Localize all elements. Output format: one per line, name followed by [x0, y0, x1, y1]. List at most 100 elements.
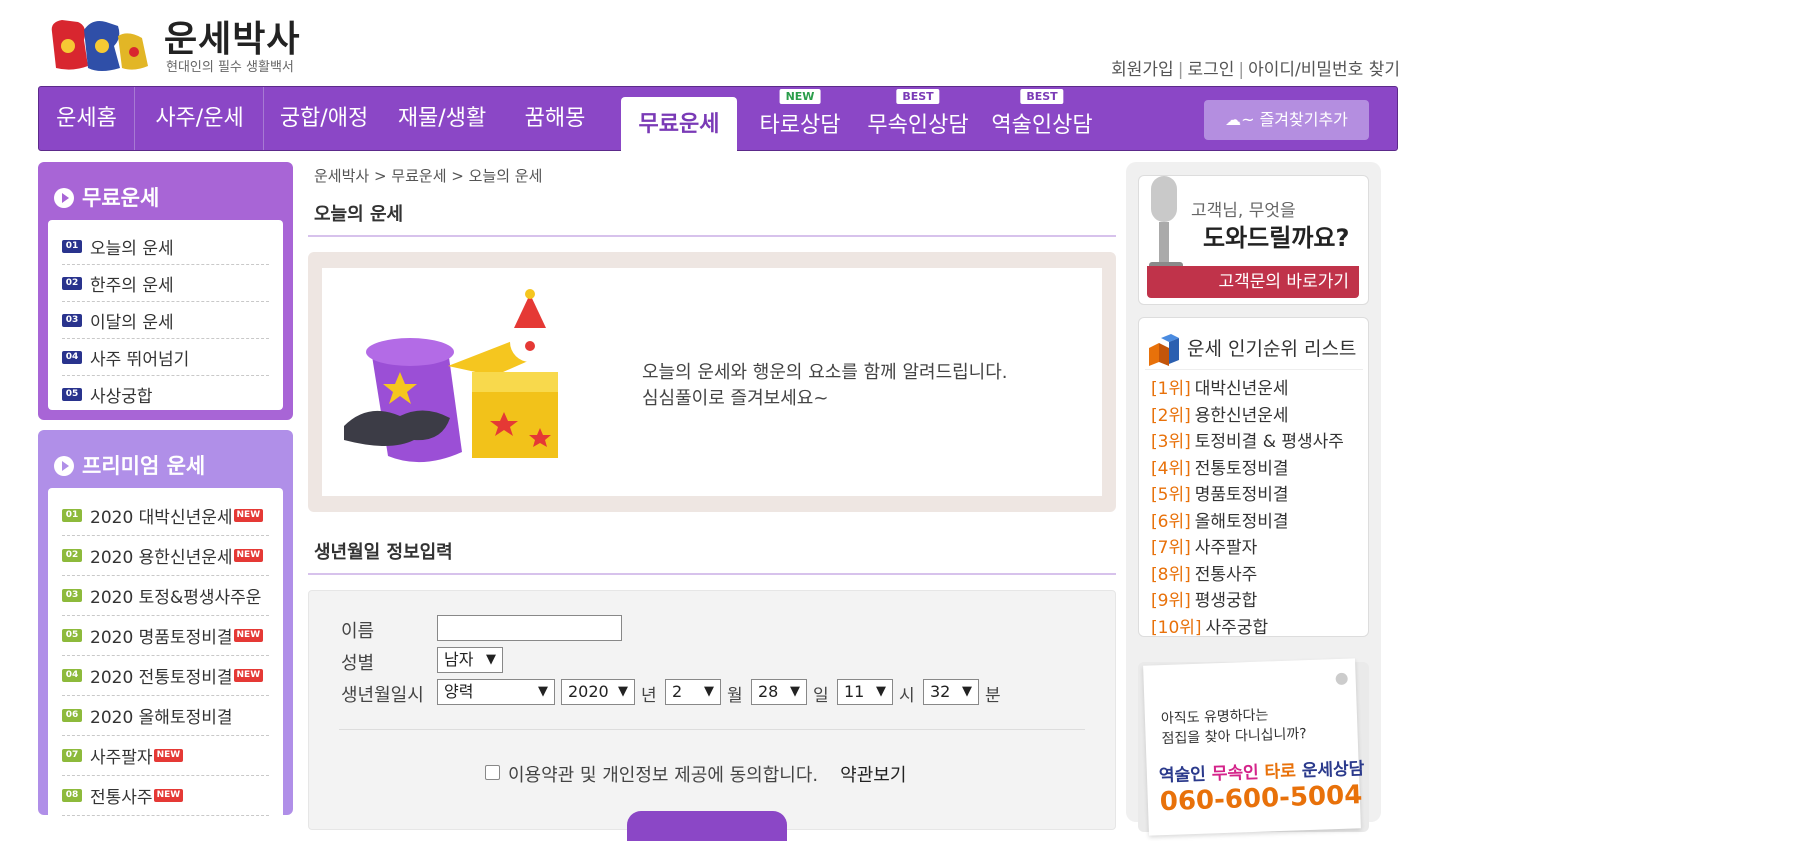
- sidebar-item-premium[interactable]: 08 전통사주 NEW: [62, 776, 269, 816]
- sidebar-item-premium[interactable]: 03 2020 토정&평생사주운: [62, 576, 269, 616]
- section-divider: [308, 573, 1116, 575]
- ranking-item[interactable]: [2위] 용한신년운세: [1151, 403, 1344, 430]
- ad-card: 아직도 유명하다는 점집을 찾아 다니십니까? 역술인 무속인 타로 운세상담 …: [1143, 658, 1365, 836]
- signup-link[interactable]: 회원가입: [1111, 60, 1174, 80]
- nav-item-shaman[interactable]: BEST 무속인상담: [856, 87, 980, 150]
- add-favorite-label: 즐겨찾기추가: [1259, 110, 1348, 129]
- new-badge: NEW: [779, 89, 821, 104]
- site-subtitle: 현대인의 필수 생활백서: [166, 60, 294, 75]
- rank-label: 평생궁합: [1194, 591, 1258, 611]
- sidebar-item-today[interactable]: 01 오늘의 운세: [62, 228, 269, 265]
- name-label: 이름: [341, 621, 375, 642]
- sidebar-item-sasang[interactable]: 05 사상궁합: [62, 376, 269, 410]
- calendar-type-select[interactable]: 양력 ▼: [437, 679, 555, 705]
- pin-icon: [1335, 672, 1348, 686]
- gender-select[interactable]: 남자 ▼: [437, 647, 503, 673]
- ranking-item[interactable]: [8위] 전통사주: [1151, 562, 1344, 589]
- ad-word: 역술인: [1158, 764, 1207, 787]
- dropdown-arrow-icon: ▼: [618, 684, 628, 699]
- minute-select[interactable]: 32 ▼: [923, 679, 979, 705]
- ranking-item[interactable]: [7위] 사주팔자: [1151, 535, 1344, 562]
- ad-text: 아직도 유명하다는 점집을 찾아 다니십니까?: [1161, 704, 1307, 749]
- gender-value: 남자: [444, 650, 474, 669]
- rank-number: [6위]: [1151, 511, 1191, 532]
- rank-number: [2위]: [1151, 405, 1191, 426]
- ad-word: 무속인: [1211, 762, 1260, 785]
- breadcrumb: 운세박사 > 무료운세 > 오늘의 운세: [314, 167, 543, 185]
- number-badge: 02: [62, 549, 82, 562]
- number-badge: 07: [62, 749, 82, 762]
- intro-text: 오늘의 운세와 행운의 요소를 함께 알려드립니다. 심심풀이로 즐겨보세요~: [642, 360, 1008, 412]
- nav-item-saju[interactable]: 사주/운세: [136, 87, 264, 150]
- sidebar-item-label: 2020 전통토정비결: [90, 668, 233, 688]
- submit-button[interactable]: [627, 811, 787, 841]
- birth-info-form: 이름 성별 남자 ▼ 생년월일시 양력 ▼ 2020 ▼ 년 2 ▼ 월 28 ▼ 일 1…: [308, 590, 1116, 841]
- free-fortune-list: 01 오늘의 운세 02 한주의 운세 03 이달의 운세 04 사주 뛰어넘기 05 사…: [48, 220, 283, 410]
- sidebar-item-label: 전통사주: [90, 788, 153, 808]
- top-links: 회원가입 | 로그인 | 아이디/비밀번호 찾기: [1040, 55, 1400, 80]
- consult-ad-banner[interactable]: 아직도 유명하다는 점집을 찾아 다니십니까? 역술인 무속인 타로 운세상담 …: [1138, 658, 1369, 836]
- add-favorite-button[interactable]: ☁~ 즐겨찾기추가: [1204, 100, 1369, 140]
- sidebar-item-premium[interactable]: 02 2020 용한신년운세 NEW: [62, 536, 269, 576]
- agree-text: 이용약관 및 개인정보 제공에 동의합니다.: [508, 765, 819, 786]
- hour-select[interactable]: 11 ▼: [837, 679, 893, 705]
- customer-help-box[interactable]: 고객님, 무엇을 도와드릴까요? 고객문의 바로가기: [1138, 175, 1369, 305]
- premium-fortune-list: 01 2020 대박신년운세 NEW 02 2020 용한신년운세 NEW 03 2020…: [48, 488, 283, 825]
- sidebar-item-premium[interactable]: 05 2020 명품토정비결 NEW: [62, 616, 269, 656]
- nav-item-tarot[interactable]: NEW 타로상담: [744, 87, 856, 150]
- sidebar-item-label: 오늘의 운세: [90, 238, 174, 259]
- ranking-item[interactable]: [1위] 대박신년운세: [1151, 376, 1344, 403]
- fortune-bag-logo-icon: [51, 20, 148, 71]
- year-select[interactable]: 2020 ▼: [561, 679, 635, 705]
- month-value: 2: [672, 682, 683, 701]
- free-fortune-menu: 무료운세 01 오늘의 운세 02 한주의 운세 03 이달의 운세 04 사주 뛰어넘…: [38, 162, 293, 420]
- ranking-item[interactable]: [4위] 전통토정비결: [1151, 456, 1344, 483]
- terms-link[interactable]: 약관보기: [840, 765, 906, 786]
- nav-item-label: 무속인상담: [867, 113, 969, 138]
- sidebar-item-premium[interactable]: 01 2020 대박신년운세 NEW: [62, 496, 269, 536]
- new-badge: NEW: [233, 509, 264, 522]
- month-select[interactable]: 2 ▼: [665, 679, 721, 705]
- rank-number: [1위]: [1151, 379, 1191, 399]
- ranking-item[interactable]: [10위] 사주궁합: [1151, 615, 1344, 642]
- rank-number: [3위]: [1151, 432, 1191, 452]
- ranking-item[interactable]: [5위] 명품토정비결: [1151, 482, 1344, 509]
- agree-checkbox[interactable]: [485, 765, 500, 780]
- sidebar-item-month[interactable]: 03 이달의 운세: [62, 302, 269, 339]
- premium-fortune-menu: 프리미엄 운세 01 2020 대박신년운세 NEW 02 2020 용한신년운세 NE…: [38, 430, 293, 825]
- dropdown-arrow-icon: ▼: [876, 684, 886, 699]
- sidebar-item-premium[interactable]: 07 사주팔자 NEW: [62, 736, 269, 776]
- number-badge: 01: [62, 239, 82, 253]
- ranking-item[interactable]: [9위] 평생궁합: [1151, 588, 1344, 615]
- sidebar-item-week[interactable]: 02 한주의 운세: [62, 265, 269, 302]
- nav-item-free-fortune[interactable]: 무료운세: [621, 97, 737, 152]
- sidebar-item-premium[interactable]: 04 2020 전통토정비결 NEW: [62, 656, 269, 696]
- nav-item-gunghap[interactable]: 궁합/애정: [265, 87, 383, 150]
- site-title: 운세박사: [164, 19, 301, 60]
- nav-item-fortune-teller[interactable]: BEST 역술인상담: [980, 87, 1104, 150]
- ranking-title: 운세 인기순위 리스트: [1187, 338, 1357, 360]
- customer-inquiry-button[interactable]: 고객문의 바로가기: [1147, 266, 1359, 298]
- sidebar-item-saju-jump[interactable]: 04 사주 뛰어넘기: [62, 339, 269, 376]
- login-link[interactable]: 로그인: [1187, 60, 1234, 80]
- sidebar-item-premium[interactable]: 06 2020 올해토정비결: [62, 696, 269, 736]
- day-value: 28: [758, 682, 779, 701]
- sidebar-item-label: 한주의 운세: [90, 275, 174, 296]
- intro-line-2: 심심풀이로 즐겨보세요~: [642, 388, 829, 409]
- ad-phone: 060-600-5004: [1159, 780, 1363, 818]
- find-account-link[interactable]: 아이디/비밀번호 찾기: [1248, 60, 1400, 80]
- ranking-item[interactable]: [6위] 올해토정비결: [1151, 509, 1344, 536]
- ad-word: 타로: [1264, 761, 1297, 783]
- ranking-item[interactable]: [3위] 토정비결 & 평생사주: [1151, 429, 1344, 456]
- site-logo[interactable]: 운세박사 현대인의 필수 생활백서: [48, 10, 378, 75]
- year-value: 2020: [568, 682, 609, 701]
- right-sidebar: 고객님, 무엇을 도와드릴까요? 고객문의 바로가기 운세 인기순위 리스트 […: [1126, 162, 1381, 836]
- nav-item-dream[interactable]: 꿈해몽: [501, 87, 609, 150]
- month-unit: 월: [727, 686, 743, 706]
- nav-item-wealth[interactable]: 재물/생활: [383, 87, 501, 150]
- name-input[interactable]: [437, 615, 622, 641]
- rank-number: [10위]: [1151, 617, 1202, 638]
- nav-item-home[interactable]: 운세홈: [39, 87, 135, 150]
- number-badge: 04: [62, 350, 82, 364]
- day-select[interactable]: 28 ▼: [751, 679, 807, 705]
